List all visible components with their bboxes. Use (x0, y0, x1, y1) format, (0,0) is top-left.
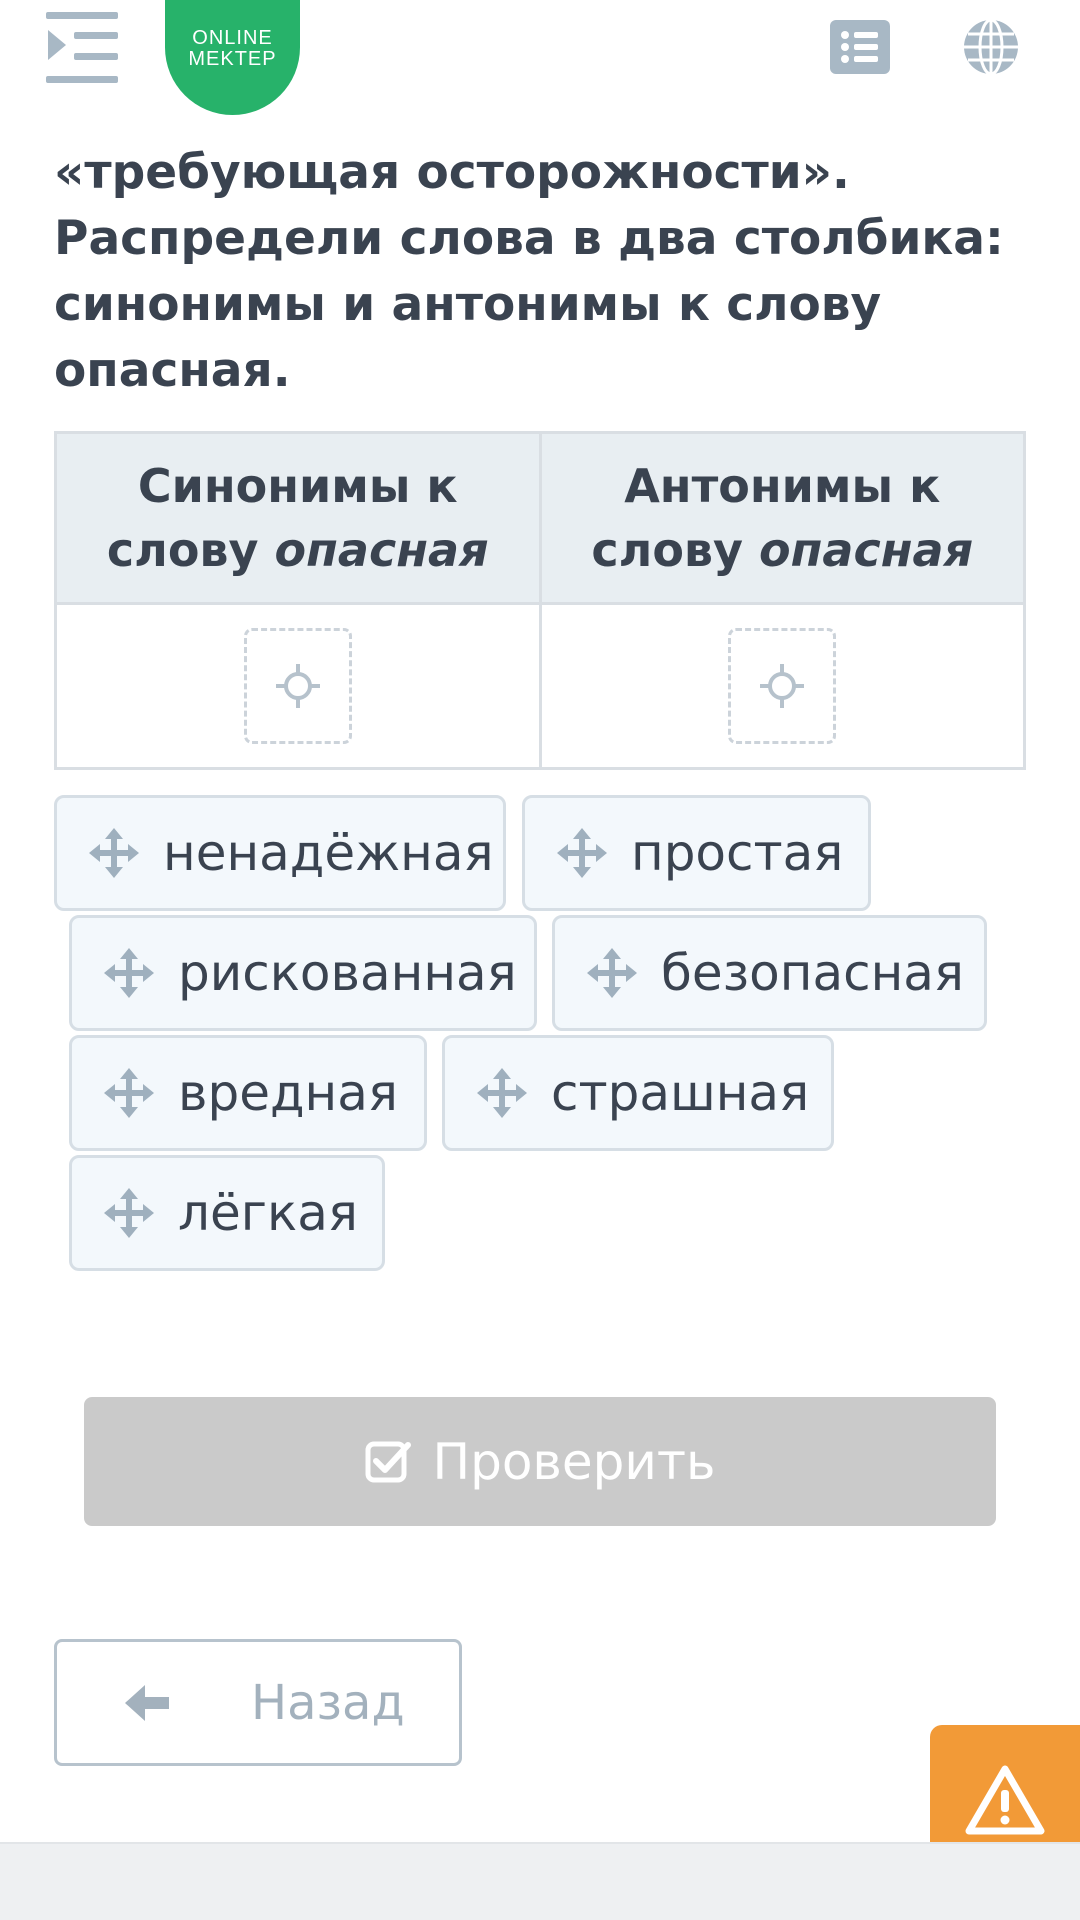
back-button[interactable]: Назад (54, 1639, 462, 1766)
synonyms-dropzone[interactable] (243, 628, 352, 744)
logo-line-1: ONLINE (192, 27, 273, 49)
synonyms-cell (54, 602, 542, 770)
globe-icon (964, 18, 1018, 76)
sorting-table: Синонимы к слову опасная Антонимы к слов… (54, 431, 1026, 770)
word-chip-label: безопасная (661, 944, 965, 1002)
check-button-label: Проверить (432, 1432, 716, 1491)
bottom-bar (0, 1842, 1080, 1920)
column-header-emphasis: опасная (274, 523, 489, 577)
word-chip[interactable]: вредная (69, 1035, 427, 1151)
move-arrows-icon (89, 828, 139, 878)
check-button[interactable]: Проверить (84, 1397, 996, 1526)
logo-line-2: MEKTEP (188, 48, 277, 70)
move-arrows-icon (477, 1068, 527, 1118)
list-icon (830, 20, 890, 74)
word-chip-label: простая (631, 824, 844, 882)
word-chip[interactable]: простая (522, 795, 871, 911)
column-header-emphasis: опасная (759, 523, 974, 577)
word-chip-label: лёгкая (178, 1184, 358, 1242)
warning-triangle-icon (965, 1765, 1045, 1835)
word-chip[interactable]: рискованная (69, 915, 537, 1031)
word-chip-label: рискованная (178, 944, 517, 1002)
column-header-antonyms: Антонимы к слову опасная (538, 431, 1026, 605)
word-chip[interactable]: безопасная (552, 915, 987, 1031)
move-arrows-icon (104, 1068, 154, 1118)
task-list-button[interactable] (830, 20, 890, 74)
move-arrows-icon (587, 948, 637, 998)
antonyms-dropzone[interactable] (728, 628, 837, 744)
word-chip[interactable]: ненадёжная (54, 795, 506, 911)
column-header-synonyms: Синонимы к слову опасная (54, 431, 542, 605)
language-button[interactable] (962, 18, 1020, 76)
move-arrows-icon (104, 948, 154, 998)
antonyms-cell (538, 602, 1026, 770)
menu-collapse-icon (46, 12, 118, 83)
onlinemektep-logo[interactable]: ONLINE MEKTEP (165, 0, 300, 115)
arrow-left-icon (125, 1684, 169, 1721)
menu-toggle-button[interactable] (44, 10, 120, 86)
checkbox-icon (365, 1441, 411, 1482)
crosshair-icon (275, 664, 320, 708)
move-arrows-icon (557, 828, 607, 878)
back-button-label: Назад (251, 1674, 405, 1731)
word-chip-label: ненадёжная (163, 824, 494, 882)
word-chip[interactable]: лёгкая (69, 1155, 385, 1271)
question-text: «требующая осторожности». Распредели сло… (54, 145, 1004, 398)
word-chip[interactable]: страшная (442, 1035, 834, 1151)
word-chip-label: вредная (178, 1064, 398, 1122)
word-chip-label: страшная (551, 1064, 810, 1122)
crosshair-icon (760, 664, 805, 708)
move-arrows-icon (104, 1188, 154, 1238)
page: ONLINE MEKTEP «требующая осторожности». … (0, 0, 1080, 1920)
